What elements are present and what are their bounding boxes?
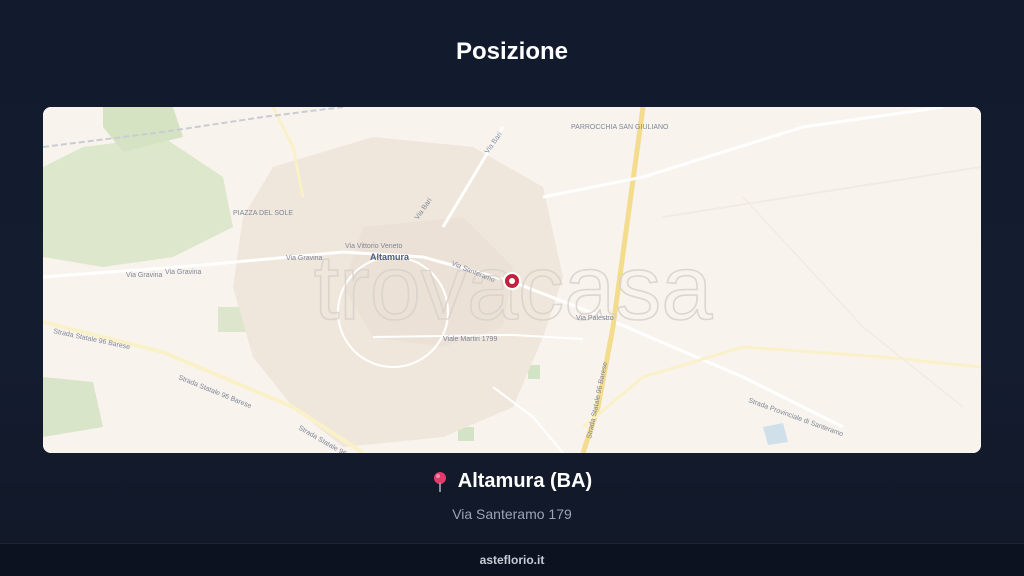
location-info: Altamura (BA) Via Santeramo 179 [0, 470, 1024, 522]
footer: asteflorio.it [0, 543, 1024, 576]
map-canvas[interactable]: trovacasa Via Gravina Via Gravina Via Gr… [43, 107, 981, 453]
location-address: Via Santeramo 179 [452, 505, 572, 522]
map-pin-icon [432, 471, 448, 493]
road-label: Via Gravina [286, 255, 323, 262]
map[interactable]: trovacasa Via Gravina Via Gravina Via Gr… [43, 107, 981, 453]
location-city: Altamura (BA) [457, 470, 593, 492]
page-title: Posizione [455, 38, 569, 65]
page: Posizione Via Gravina Via Gravina Via Gr… [0, 0, 1024, 576]
road-label: Via Gravina [126, 272, 163, 279]
city-label: Altamura [370, 252, 410, 262]
road-label: Viale Martiri 1799 [443, 336, 497, 343]
location-title: Altamura (BA) [432, 470, 592, 493]
road-label: Via Palestro [576, 315, 614, 322]
poi-label: PARROCCHIA SAN GIULIANO [571, 124, 669, 131]
road-label: Via Gravina [165, 269, 202, 276]
footer-site[interactable]: asteflorio.it [480, 553, 545, 567]
road-label: Via Vittorio Veneto [345, 243, 402, 250]
place-label: PIAZZA DEL SOLE [233, 210, 293, 217]
location-marker-icon[interactable] [503, 272, 521, 290]
